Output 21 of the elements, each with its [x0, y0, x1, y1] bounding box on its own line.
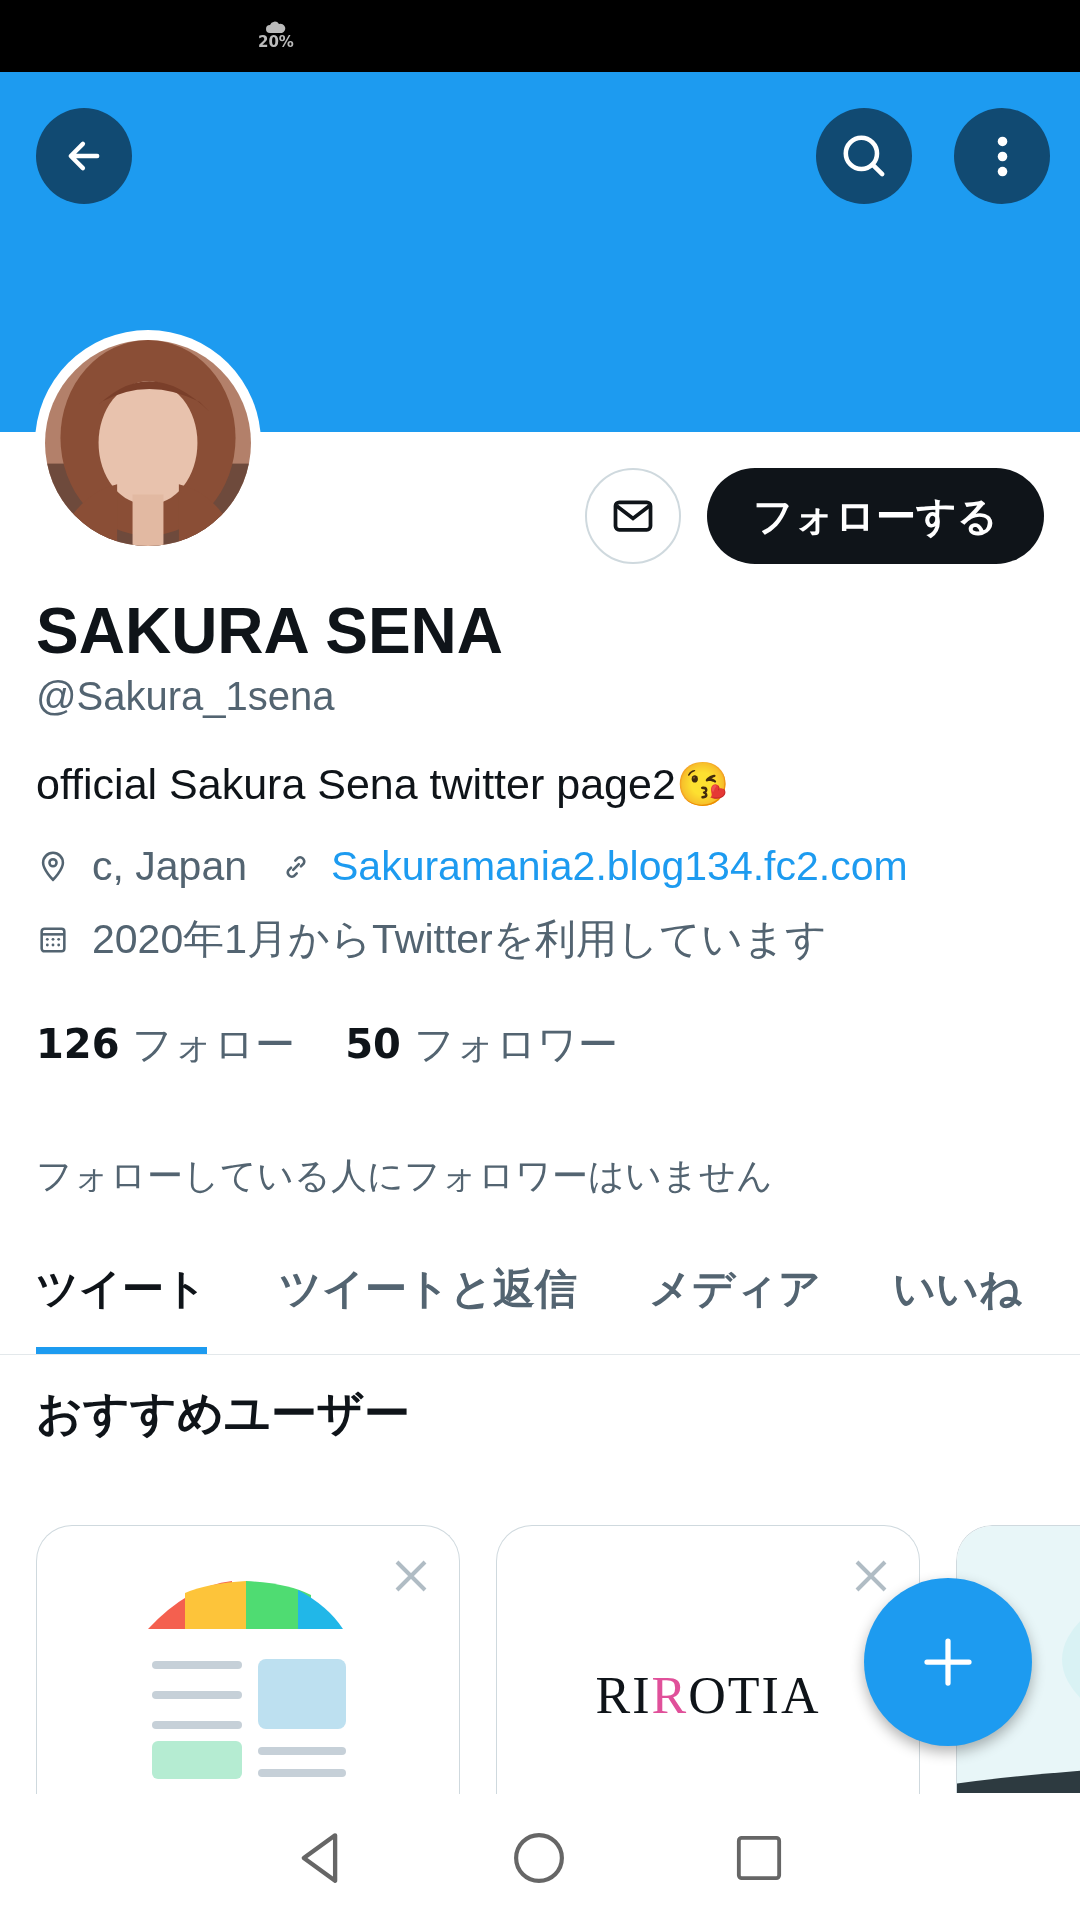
- compose-button[interactable]: [864, 1578, 1032, 1746]
- cloud-icon: [265, 21, 286, 33]
- more-icon: [996, 135, 1008, 177]
- follow-count-link[interactable]: 50 フォロワー: [345, 1017, 618, 1072]
- profile-location: c, Japan: [92, 843, 247, 890]
- profile-tab[interactable]: いいね: [893, 1241, 1022, 1354]
- join-date: 2020年1月からTwitterを利用しています: [92, 915, 827, 964]
- weather-percent: 20%: [258, 33, 294, 51]
- profile-name: SAKURA SENA: [36, 594, 504, 668]
- recents-nav-icon[interactable]: [735, 1833, 783, 1882]
- follow-button[interactable]: フォローする: [707, 468, 1044, 564]
- profile-tab[interactable]: ツイートと返信: [279, 1241, 577, 1354]
- profile-handle: @Sakura_1sena: [36, 674, 336, 719]
- follow-count-link[interactable]: 126 フォロー: [36, 1017, 296, 1072]
- home-nav-icon[interactable]: [513, 1831, 565, 1884]
- brand-logo: RIROTIA: [595, 1666, 821, 1726]
- section-title: おすすめユーザー: [35, 1385, 411, 1442]
- profile-tab[interactable]: メディア: [649, 1241, 821, 1354]
- profile-tab[interactable]: ツイート: [36, 1241, 207, 1354]
- profile-bio: official Sakura Sena twitter page2😘: [36, 759, 731, 809]
- followers-note: フォローしている人にフォロワーはいません: [36, 1154, 774, 1198]
